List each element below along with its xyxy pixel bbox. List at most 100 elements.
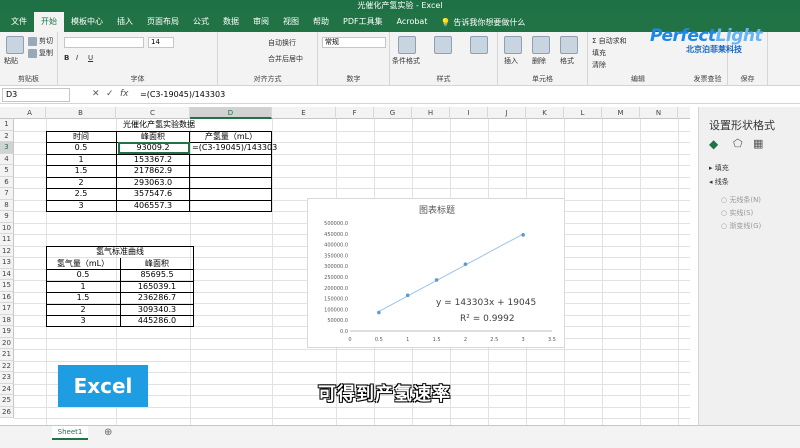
underline-button[interactable]: U — [88, 54, 93, 62]
delete-cells-icon[interactable] — [532, 36, 550, 54]
row-header-18[interactable]: 18 — [0, 314, 14, 326]
row-header-8[interactable]: 8 — [0, 199, 14, 211]
row-header-4[interactable]: 4 — [0, 153, 14, 165]
fill-line-icon[interactable]: ◆ — [709, 137, 718, 151]
row-header-9[interactable]: 9 — [0, 211, 14, 223]
paste-icon[interactable] — [6, 36, 24, 54]
fill-button[interactable]: 填充 — [592, 48, 606, 58]
column-header-e[interactable]: E — [272, 107, 336, 119]
copy-button[interactable]: 复制 — [28, 48, 53, 58]
insert-cells-button[interactable]: 插入 — [504, 56, 518, 66]
row-header-6[interactable]: 6 — [0, 176, 14, 188]
formula-input[interactable]: =(C3-19045)/143303 — [140, 88, 225, 102]
tab-data[interactable]: 数据 — [216, 12, 246, 32]
format-cells-button[interactable]: 格式 — [560, 56, 574, 66]
bold-button[interactable]: B — [64, 54, 69, 62]
tab-file[interactable]: 文件 — [4, 12, 34, 32]
column-header-j[interactable]: J — [488, 107, 526, 119]
tab-template[interactable]: 模板中心 — [64, 12, 110, 32]
row-header-17[interactable]: 17 — [0, 303, 14, 315]
row-header-26[interactable]: 26 — [0, 406, 14, 418]
merge-center-button[interactable]: 合并后居中 — [268, 54, 303, 64]
conditional-format-icon[interactable] — [398, 36, 416, 54]
tell-me-text: 告诉我你想要做什么 — [453, 17, 526, 27]
font-size-select[interactable]: 14 — [148, 37, 174, 48]
tab-pdf[interactable]: PDF工具集 — [336, 12, 390, 32]
paste-button[interactable]: 粘贴 — [4, 56, 18, 66]
column-header-g[interactable]: G — [374, 107, 412, 119]
cell-style-icon[interactable] — [470, 36, 488, 54]
row-header-23[interactable]: 23 — [0, 372, 14, 384]
row-header-5[interactable]: 5 — [0, 165, 14, 177]
row-header-13[interactable]: 13 — [0, 257, 14, 269]
tab-review[interactable]: 审阅 — [246, 12, 276, 32]
cell-d3-formula[interactable]: =(C3-19045)/143303 — [190, 142, 300, 154]
tell-me-box[interactable]: 💡 告诉我你想要做什么 — [440, 17, 525, 28]
no-line-option[interactable]: ○ 无线条(N) — [721, 195, 761, 205]
column-header-h[interactable]: H — [412, 107, 450, 119]
name-box[interactable]: D3 — [2, 88, 70, 102]
column-header-m[interactable]: M — [602, 107, 640, 119]
clear-button[interactable]: 清除 — [592, 60, 606, 70]
tab-view[interactable]: 视图 — [276, 12, 306, 32]
column-header-k[interactable]: K — [526, 107, 564, 119]
solid-line-option[interactable]: ○ 实线(S) — [721, 208, 753, 218]
row-header-10[interactable]: 10 — [0, 222, 14, 234]
row-header-14[interactable]: 14 — [0, 268, 14, 280]
row-header-15[interactable]: 15 — [0, 280, 14, 292]
row-header-24[interactable]: 24 — [0, 383, 14, 395]
delete-cells-button[interactable]: 删除 — [532, 56, 546, 66]
line-section[interactable]: ◂ 线条 — [709, 177, 729, 187]
column-header-d[interactable]: D — [190, 107, 272, 119]
row-header-21[interactable]: 21 — [0, 349, 14, 361]
cut-button[interactable]: 剪切 — [28, 36, 53, 46]
autosum-button[interactable]: Σ 自动求和 — [592, 36, 627, 46]
row-header-2[interactable]: 2 — [0, 130, 14, 142]
row-header-16[interactable]: 16 — [0, 291, 14, 303]
table-format-icon[interactable] — [434, 36, 452, 54]
table2-col-border — [120, 257, 194, 327]
font-name-select[interactable] — [64, 37, 144, 48]
row-header-25[interactable]: 25 — [0, 395, 14, 407]
fx-icon[interactable]: fx — [120, 89, 129, 99]
number-format-select[interactable]: 常规 — [322, 37, 386, 48]
conditional-format-button[interactable]: 条件格式 — [392, 56, 420, 66]
column-header-b[interactable]: B — [46, 107, 116, 119]
cancel-icon[interactable]: ✕ — [92, 89, 100, 99]
tab-formulas[interactable]: 公式 — [186, 12, 216, 32]
size-properties-icon[interactable]: ▦ — [753, 137, 763, 150]
row-header-3[interactable]: 3 — [0, 142, 14, 154]
italic-button[interactable]: I — [76, 54, 78, 62]
row-header-20[interactable]: 20 — [0, 337, 14, 349]
add-sheet-icon[interactable]: ⊕ — [104, 427, 112, 438]
column-header-f[interactable]: F — [336, 107, 374, 119]
row-header-1[interactable]: 1 — [0, 119, 14, 131]
column-header-i[interactable]: I — [450, 107, 488, 119]
tab-acrobat[interactable]: Acrobat — [390, 12, 435, 32]
tab-help[interactable]: 帮助 — [306, 12, 336, 32]
fill-section[interactable]: ▸ 填充 — [709, 163, 729, 173]
row-header-22[interactable]: 22 — [0, 360, 14, 372]
effects-icon[interactable]: ⬠ — [733, 137, 743, 150]
row-header-19[interactable]: 19 — [0, 326, 14, 338]
table1-title[interactable]: 光催化产氢实验数据 — [46, 119, 272, 131]
column-header-n[interactable]: N — [640, 107, 678, 119]
group-clipboard: 粘贴 剪切 复制 剪贴板 — [0, 32, 58, 86]
tab-home[interactable]: 开始 — [34, 12, 64, 32]
tab-insert[interactable]: 插入 — [110, 12, 140, 32]
group-label-font: 字体 — [130, 75, 145, 83]
format-cells-icon[interactable] — [560, 36, 578, 54]
sheet-tab-sheet1[interactable]: Sheet1 — [52, 426, 88, 440]
row-header-12[interactable]: 12 — [0, 245, 14, 257]
tab-layout[interactable]: 页面布局 — [140, 12, 186, 32]
column-header-a[interactable]: A — [14, 107, 46, 119]
column-header-c[interactable]: C — [116, 107, 190, 119]
insert-cells-icon[interactable] — [504, 36, 522, 54]
scatter-chart[interactable]: 图表标题 0.0 50000.0 100000.0 150000.0 200000.0 25… — [307, 198, 565, 348]
row-header-11[interactable]: 11 — [0, 234, 14, 246]
gradient-line-option[interactable]: ○ 渐变线(G) — [721, 221, 761, 231]
enter-icon[interactable]: ✓ — [106, 89, 114, 99]
wrap-text-button[interactable]: 自动换行 — [268, 38, 296, 48]
column-header-l[interactable]: L — [564, 107, 602, 119]
row-header-7[interactable]: 7 — [0, 188, 14, 200]
